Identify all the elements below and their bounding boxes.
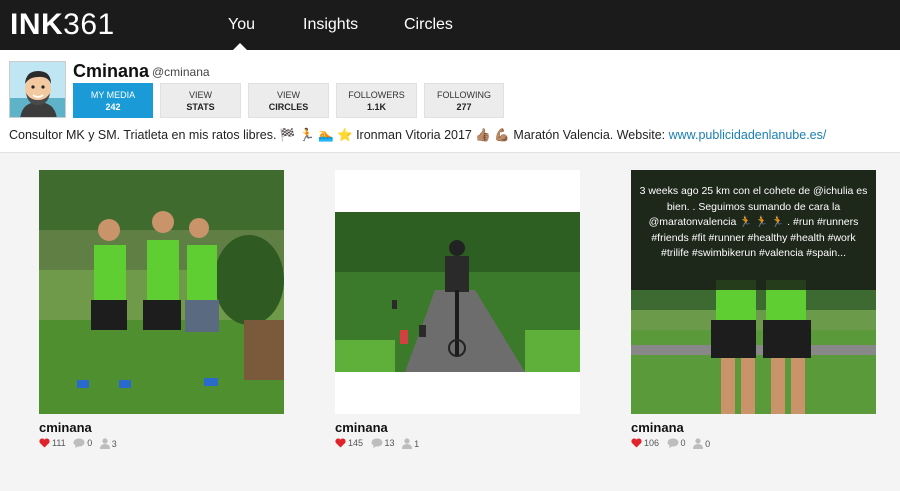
- view-circles-button[interactable]: VIEW CIRCLES: [248, 83, 329, 118]
- tagged-users-metric[interactable]: 3: [99, 438, 117, 449]
- comments-metric[interactable]: 13: [371, 438, 395, 448]
- person-icon: [99, 438, 110, 449]
- my-media-button[interactable]: MY MEDIA 242: [73, 83, 153, 118]
- profile-header: Cminana @cminana MY MEDIA 242 VIEW STATS…: [0, 50, 900, 153]
- bio-text: Consultor MK y SM. Triatleta en mis rato…: [9, 128, 669, 142]
- followers-label: FOLLOWERS: [348, 90, 405, 100]
- person-icon: [402, 438, 413, 449]
- likes-count: 106: [644, 438, 660, 448]
- top-nav-bar: INK361 You Insights Circles: [0, 0, 900, 50]
- following-label: FOLLOWING: [436, 90, 491, 100]
- heart-icon: [39, 438, 50, 448]
- website-link[interactable]: www.publicidadenlanube.es/: [669, 128, 827, 142]
- likes-metric[interactable]: 145: [335, 438, 363, 448]
- tagged-users-metric[interactable]: 0: [693, 438, 710, 449]
- my-media-count: 242: [105, 102, 121, 112]
- likes-count: 145: [348, 438, 364, 448]
- comments-count: 0: [87, 438, 93, 448]
- nav-tab-insights[interactable]: Insights: [303, 16, 358, 34]
- person-icon: [693, 438, 704, 449]
- post-username[interactable]: cminana: [335, 420, 388, 435]
- comment-icon: [73, 438, 85, 448]
- comments-metric[interactable]: 0: [667, 438, 686, 448]
- avatar[interactable]: [9, 61, 66, 118]
- following-count: 277: [456, 102, 472, 112]
- comments-count: 13: [384, 438, 395, 448]
- likes-metric[interactable]: 111: [39, 438, 66, 448]
- post-metrics: 106 0 0: [631, 438, 715, 450]
- heart-icon: [335, 438, 346, 448]
- likes-count: 111: [52, 438, 66, 448]
- post-caption-overlay: 3 weeks ago 25 km con el cohete de @ichu…: [631, 170, 876, 290]
- active-tab-indicator: [233, 43, 247, 50]
- likes-metric[interactable]: 106: [631, 438, 659, 448]
- logo-text-thin: 361: [63, 8, 115, 41]
- ink361-logo[interactable]: INK361: [10, 8, 115, 42]
- post-username[interactable]: cminana: [631, 420, 684, 435]
- heart-icon: [631, 438, 642, 448]
- tagged-count: 1: [414, 438, 420, 449]
- view-stats-label: VIEW: [188, 90, 212, 100]
- comments-count: 0: [680, 438, 686, 448]
- username: @cminana: [152, 65, 210, 79]
- post-metrics: 111 0 3: [39, 438, 122, 450]
- logo-text-bold: INK: [10, 8, 64, 41]
- nav-tab-circles[interactable]: Circles: [404, 16, 453, 34]
- post-photo[interactable]: [39, 170, 284, 414]
- post-username[interactable]: cminana: [39, 420, 92, 435]
- following-button[interactable]: FOLLOWING 277: [424, 83, 504, 118]
- profile-bio: Consultor MK y SM. Triatleta en mis rato…: [9, 128, 826, 142]
- nav-tab-you[interactable]: You: [228, 16, 255, 34]
- tagged-count: 0: [705, 438, 711, 449]
- comment-icon: [371, 438, 383, 448]
- post-photo[interactable]: 3 weeks ago 25 km con el cohete de @ichu…: [631, 170, 876, 414]
- display-name: Cminana: [73, 61, 150, 81]
- post-photo[interactable]: [335, 170, 580, 414]
- post-metrics: 145 13 1: [335, 438, 424, 450]
- comments-metric[interactable]: 0: [73, 438, 92, 448]
- view-circles-value: CIRCLES: [268, 102, 309, 112]
- followers-button[interactable]: FOLLOWERS 1.1K: [336, 83, 417, 118]
- followers-count: 1.1K: [366, 102, 386, 112]
- tagged-count: 3: [111, 438, 117, 449]
- comment-icon: [667, 438, 679, 448]
- tagged-users-metric[interactable]: 1: [402, 438, 419, 449]
- view-circles-label: VIEW: [276, 90, 300, 100]
- view-stats-button[interactable]: VIEW STATS: [160, 83, 241, 118]
- view-stats-value: STATS: [186, 102, 215, 112]
- my-media-label: MY MEDIA: [90, 90, 136, 100]
